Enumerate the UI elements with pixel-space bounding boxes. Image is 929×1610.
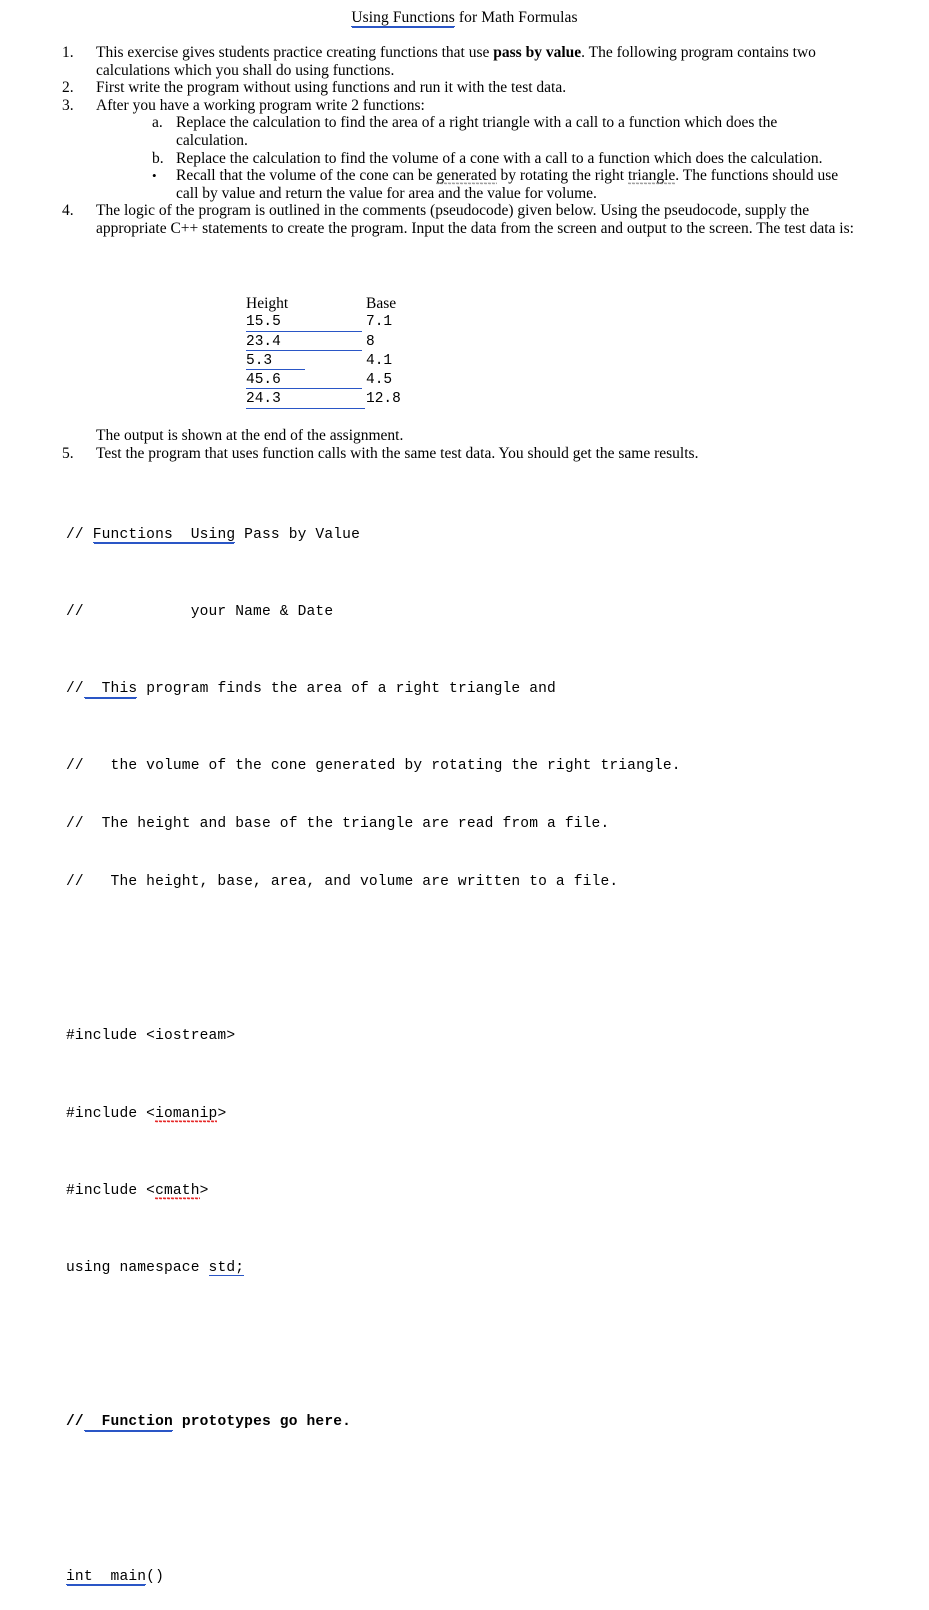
page-title: Using Functions for Math Formulas <box>0 0 929 28</box>
code-line-include-iomanip: #include <iomanip> <box>66 1105 681 1124</box>
table-row: 24.3 12.8 <box>246 390 436 409</box>
code-l3-underlined: This <box>83 680 138 698</box>
inc1-prefix: #include < <box>66 1028 156 1045</box>
test-data-table: Height Base 15.5 7.1 23.4 8 5.3 4.1 45.6 4.5 24.… <box>246 294 436 410</box>
table-row: 5.3 4.1 <box>246 352 436 371</box>
code-l1-rest: Pass by Value <box>235 526 360 543</box>
table-body: 15.5 7.1 23.4 8 5.3 4.1 45.6 4.5 24.3 12.8 <box>246 313 436 409</box>
cell-height: 15.5 <box>246 313 366 332</box>
cell-height: 24.3 <box>246 390 366 409</box>
code-line-prototypes: // Function prototypes go here. <box>66 1413 681 1432</box>
blue-double-underline <box>246 330 362 332</box>
inc3-prefix: #include < <box>66 1182 156 1199</box>
list-marker: 5. <box>62 445 74 462</box>
list-item-body: This exercise gives students practice cr… <box>96 44 862 79</box>
code-line-comment-5: // The height and base of the triangle a… <box>66 816 610 833</box>
sub-list-item-body: Recall that the volume of the cone can b… <box>176 167 842 202</box>
list-marker: 1. <box>62 44 74 61</box>
cell-base: 7.1 <box>366 314 393 331</box>
code-l1-underlined: Functions Using <box>92 526 236 544</box>
sub-list-item-a: a. Replace the calculation to find the a… <box>152 114 842 149</box>
table-header-row: Height Base <box>246 294 436 313</box>
code-line-include-cmath: #include <cmath> <box>66 1182 681 1201</box>
bullet-icon: • <box>152 168 157 184</box>
proto-underlined: Function <box>83 1414 173 1431</box>
cell-base: 4.1 <box>366 352 393 369</box>
list-item-body: First write the program without using fu… <box>96 79 567 97</box>
proto-rest: prototypes go here. <box>172 1414 352 1431</box>
table-row: 15.5 7.1 <box>246 313 436 332</box>
table-row: 23.4 8 <box>246 333 436 352</box>
code-line-comment-6: // The height, base, area, and volume ar… <box>66 873 619 890</box>
sub-list-marker: b. <box>152 149 164 167</box>
sub-list-item-body: Replace the calculation to find the volu… <box>176 149 823 167</box>
blue-double-underline <box>246 388 362 390</box>
using-name-underlined: std; <box>208 1259 245 1277</box>
code-line-comment-3: // This program finds the area of a righ… <box>66 680 681 699</box>
cell-base: 8 <box>366 333 375 350</box>
code-line-comment-1: // Functions Using Pass by Value <box>66 526 681 545</box>
column-header-height: Height <box>246 295 289 312</box>
inc1-name: iostream <box>155 1028 227 1045</box>
bullet-seg3: by rotating the right <box>496 167 628 185</box>
code-line-main: int main() <box>66 1568 681 1587</box>
list-marker: 2. <box>62 79 74 97</box>
output-note: The output is shown at the end of the as… <box>96 427 404 444</box>
inc1-suffix: > <box>226 1028 236 1045</box>
page-title-underlined-phrase: Using Functions <box>351 9 455 27</box>
main-rest: () <box>146 1568 164 1585</box>
using-prefix: using namespace <box>66 1259 209 1276</box>
grammar-flag-generated: generated <box>436 167 497 185</box>
sub-list-item-bullet: • Recall that the volume of the cone can… <box>152 167 842 202</box>
list-item-3: 3. After you have a working program writ… <box>62 97 862 115</box>
list-marker: 4. <box>62 202 74 220</box>
item1-seg1: This exercise gives students practice cr… <box>96 44 494 61</box>
cell-height: 45.6 <box>246 371 366 390</box>
code-line-include-iostream: #include <iostream> <box>66 1027 681 1046</box>
list-item-1: 1. This exercise gives students practice… <box>62 44 862 79</box>
list-item-4: 4. The logic of the program is outlined … <box>62 202 862 237</box>
table-row: 45.6 4.5 <box>246 371 436 390</box>
cell-base: 4.5 <box>366 372 393 389</box>
blue-double-underline <box>246 349 362 351</box>
code-l1-prefix: // <box>66 526 93 543</box>
inc3-suffix: > <box>199 1182 209 1199</box>
sub-instruction-list: a. Replace the calculation to find the a… <box>152 114 842 202</box>
item1-bold-phrase: pass by value <box>493 44 582 61</box>
list-item-5: 5. Test the program that uses function c… <box>62 445 882 463</box>
proto-prefix: // <box>66 1414 84 1431</box>
code-l3-prefix: // <box>66 680 84 697</box>
code-line-comment-2: // your Name & Date <box>66 603 334 620</box>
list-item-body: After you have a working program write 2… <box>96 96 425 114</box>
cell-height: 23.4 <box>246 333 366 352</box>
list-item-body: The logic of the program is outlined in … <box>96 202 854 237</box>
cell-base: 12.8 <box>366 391 401 408</box>
list-marker: 3. <box>62 96 74 114</box>
list-item-body: Test the program that uses function call… <box>96 445 699 462</box>
page-title-rest: for Math Formulas <box>454 9 578 26</box>
code-block: // Functions Using Pass by Value // your… <box>66 487 681 1610</box>
inc2-suffix: > <box>217 1105 227 1122</box>
code-l3-rest: program finds the area of a right triang… <box>137 680 556 697</box>
cell-height: 5.3 <box>246 352 366 371</box>
list-item-2: 2. First write the program without using… <box>62 79 862 97</box>
blue-double-underline <box>246 407 365 409</box>
code-line-comment-4: // the volume of the cone generated by r… <box>66 758 681 775</box>
instruction-list: 1. This exercise gives students practice… <box>62 44 862 238</box>
blue-double-underline <box>246 369 305 371</box>
code-line-using-namespace: using namespace std; <box>66 1259 681 1278</box>
bullet-seg1: Recall that the volume of the cone can b… <box>176 167 437 185</box>
inc2-prefix: #include < <box>66 1105 156 1122</box>
spellcheck-flag-iomanip: iomanip <box>155 1105 218 1124</box>
sub-list-item-b: b. Replace the calculation to find the v… <box>152 150 842 168</box>
sub-list-item-body: Replace the calculation to find the area… <box>176 114 778 149</box>
main-underlined: int main <box>66 1568 147 1586</box>
grammar-flag-triangle: triangle <box>627 167 676 185</box>
column-header-base: Base <box>366 295 397 312</box>
spellcheck-flag-cmath: cmath <box>155 1182 200 1201</box>
sub-list-marker: a. <box>152 114 163 132</box>
